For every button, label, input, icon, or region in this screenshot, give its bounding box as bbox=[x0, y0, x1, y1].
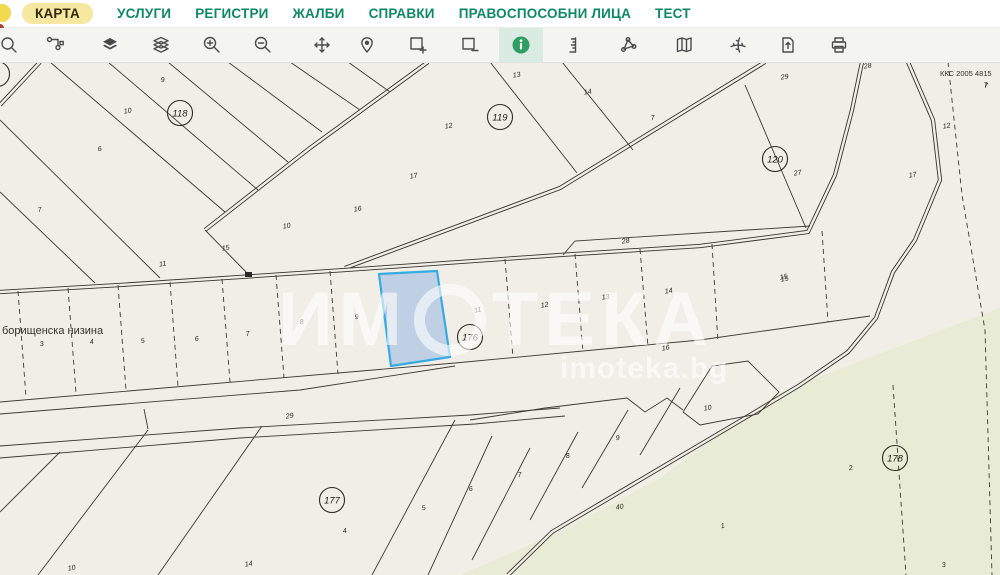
parcel-label: 14 bbox=[664, 287, 673, 295]
zoom-in-icon bbox=[202, 35, 222, 55]
search-tool-button[interactable] bbox=[0, 28, 31, 62]
menu-item-uslugi[interactable]: УСЛУГИ bbox=[117, 6, 171, 21]
parcel-label: 10 bbox=[67, 564, 76, 572]
menu-item-spravki[interactable]: СПРАВКИ bbox=[369, 6, 435, 21]
region-name-label: борищенска низина bbox=[2, 325, 104, 337]
route-nodes-tool-button[interactable] bbox=[33, 28, 77, 62]
parcel-label: 28 bbox=[862, 62, 872, 70]
parcel-label: 13 bbox=[512, 71, 521, 79]
main-menu-bar: КАРТА УСЛУГИ РЕГИСТРИ ЖАЛБИ СПРАВКИ ПРАВ… bbox=[0, 0, 1000, 28]
parcel-label: 29 bbox=[284, 412, 294, 420]
export-tool-button[interactable] bbox=[766, 28, 810, 62]
menu-item-karta[interactable]: КАРТА bbox=[22, 3, 93, 24]
layer-stack-tool-button[interactable] bbox=[139, 28, 183, 62]
menu-item-registri[interactable]: РЕГИСТРИ bbox=[195, 6, 268, 21]
parcel-label: 29 bbox=[779, 73, 789, 81]
parcel-label: 15 bbox=[780, 275, 789, 283]
parcel-label: 13 bbox=[601, 293, 610, 301]
coordinates-tool-button[interactable] bbox=[716, 28, 760, 62]
selected-parcel[interactable] bbox=[379, 271, 450, 366]
zoom-rect-out-tool-button[interactable] bbox=[448, 28, 492, 62]
parcel-label: 16 bbox=[353, 205, 362, 213]
zoom-rect-in-icon bbox=[408, 35, 428, 55]
layer-stack-icon bbox=[151, 35, 171, 55]
menu-item-pravosposobni[interactable]: ПРАВОСПОСОБНИ ЛИЦА bbox=[459, 6, 631, 21]
parcel-label: 11 bbox=[159, 260, 167, 268]
cadastral-number: 176 bbox=[462, 332, 479, 343]
parcel-label: 12 bbox=[444, 122, 453, 130]
measure-tool-button[interactable] bbox=[550, 28, 594, 62]
parcel-label: 14 bbox=[583, 88, 592, 96]
zoom-rect-out-icon bbox=[460, 35, 480, 55]
menu-item-zhalbi[interactable]: ЖАЛБИ bbox=[293, 6, 345, 21]
parcel-label: 11 bbox=[474, 306, 482, 314]
cadastral-number: 178 bbox=[887, 453, 904, 464]
info-tool-button[interactable] bbox=[499, 28, 543, 62]
cadastral-number: 118 bbox=[172, 108, 188, 119]
marker-tool-button[interactable] bbox=[345, 28, 389, 62]
polygon-icon bbox=[618, 35, 638, 55]
parcel-label: 12 bbox=[942, 122, 951, 130]
cadastral-number: 120 bbox=[767, 154, 784, 165]
cadastral-map[interactable]: 9106712171610131472829271217151115345678… bbox=[0, 62, 1000, 575]
parcel-label: 15 bbox=[221, 244, 230, 252]
parcel-label: 40 bbox=[615, 503, 624, 511]
parcel-label: 10 bbox=[123, 107, 132, 115]
map-toolbar bbox=[0, 28, 1000, 63]
print-icon bbox=[829, 35, 849, 55]
parcel-label: 10 bbox=[703, 404, 712, 412]
cadastral-number: 119 bbox=[492, 112, 508, 123]
polygon-tool-button[interactable] bbox=[606, 28, 650, 62]
parcel-label: 12 bbox=[540, 301, 549, 309]
parcel-label: 16 bbox=[661, 344, 670, 352]
pan-icon bbox=[312, 35, 332, 55]
zoom-out-icon bbox=[253, 35, 273, 55]
search-icon bbox=[0, 35, 19, 55]
info-icon bbox=[510, 34, 532, 56]
measure-icon bbox=[562, 35, 582, 55]
crs-label: ККС 2005 4815 bbox=[940, 69, 992, 78]
export-icon bbox=[778, 35, 798, 55]
zoom-out-tool-button[interactable] bbox=[241, 28, 285, 62]
cadastral-number: 177 bbox=[324, 495, 341, 506]
menu-item-test[interactable]: ТЕСТ bbox=[655, 6, 691, 21]
logo-icon bbox=[0, 4, 11, 22]
parcel-label: 14 bbox=[244, 560, 253, 568]
layers-icon bbox=[100, 35, 120, 55]
marker-icon bbox=[357, 35, 377, 55]
parcel-label: 28 bbox=[620, 237, 630, 245]
pan-tool-button[interactable] bbox=[300, 28, 344, 62]
coordinates-icon bbox=[728, 35, 748, 55]
road-marker bbox=[245, 272, 252, 277]
map-sheet-tool-button[interactable] bbox=[662, 28, 706, 62]
print-tool-button[interactable] bbox=[817, 28, 861, 62]
map-sheet-icon bbox=[674, 35, 694, 55]
layers-tool-button[interactable] bbox=[88, 28, 132, 62]
zoom-in-tool-button[interactable] bbox=[190, 28, 234, 62]
zoom-rect-in-tool-button[interactable] bbox=[396, 28, 440, 62]
route-nodes-icon bbox=[45, 35, 65, 55]
parcel-label: 10 bbox=[282, 222, 291, 230]
